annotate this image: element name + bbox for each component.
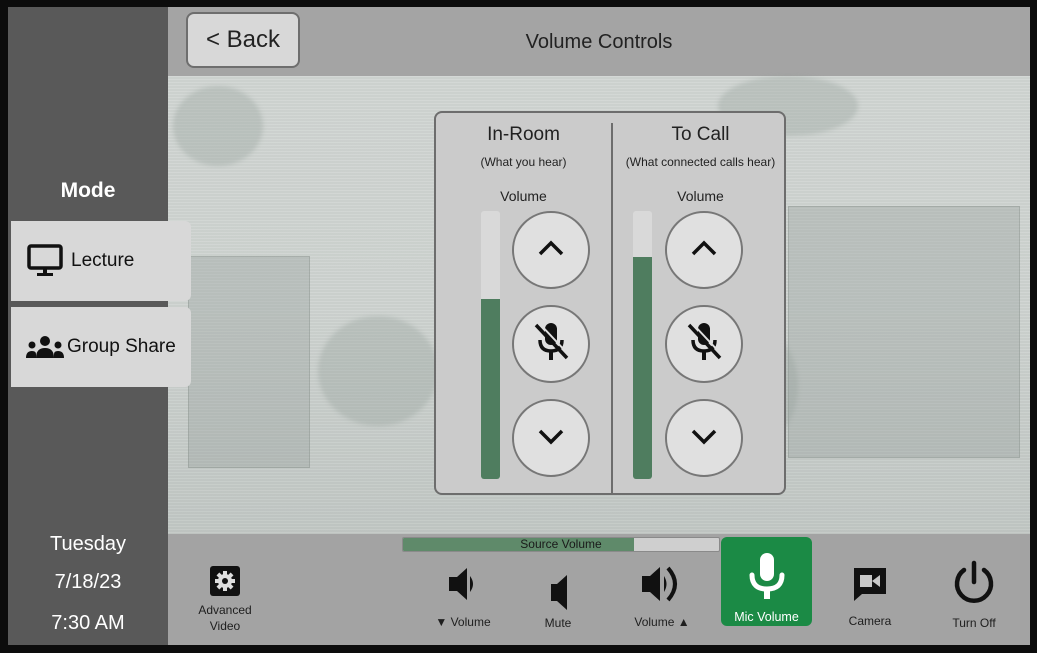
in-room-column: In-Room (What you hear) Volume: [436, 113, 611, 493]
to-call-volume-up-button[interactable]: [665, 211, 743, 289]
mode-group-share-label: Group Share: [67, 336, 176, 357]
microphone-icon: [747, 551, 787, 608]
sidebar: Mode Lecture Group Share Tuesday 7/18/23…: [8, 7, 191, 645]
mic-mute-icon: [531, 320, 571, 369]
speaker-low-icon: [443, 564, 483, 609]
gear-icon: [210, 566, 240, 601]
chevron-down-icon: [689, 426, 719, 451]
to-call-mute-button[interactable]: [665, 305, 743, 383]
chevron-up-icon: [689, 238, 719, 263]
turn-off-label: Turn Off: [952, 616, 996, 630]
day-label: Tuesday: [50, 533, 126, 555]
mute-button[interactable]: Mute: [530, 534, 586, 645]
to-call-column: To Call (What connected calls hear) Volu…: [613, 113, 788, 493]
mode-group-share-button[interactable]: Group Share: [11, 307, 191, 387]
power-icon: [951, 560, 997, 611]
mic-volume-button[interactable]: Mic Volume: [721, 537, 812, 626]
speaker-high-icon: [638, 562, 686, 611]
group-icon: [25, 335, 65, 359]
chevron-down-icon: [536, 426, 566, 451]
to-call-volume-down-button[interactable]: [665, 399, 743, 477]
chevron-up-icon: [536, 238, 566, 263]
camera-button[interactable]: Camera: [840, 534, 900, 645]
turn-off-button[interactable]: Turn Off: [944, 534, 1004, 645]
time-label: 7:30 AM: [51, 612, 125, 634]
mode-heading: Mode: [60, 179, 116, 202]
volume-panel: In-Room (What you hear) Volume To Call (…: [434, 111, 786, 495]
to-call-title: To Call: [671, 124, 730, 145]
to-call-volume-fill: [633, 256, 652, 479]
camera-icon: [852, 566, 888, 607]
mode-lecture-button[interactable]: Lecture: [11, 221, 191, 301]
bottom-bar: Source Volume Advanced Video ▼ Volume Mu…: [168, 534, 1030, 645]
date-label: 7/18/23: [54, 571, 122, 593]
in-room-volume-meter[interactable]: [481, 211, 500, 479]
advanced-video-button[interactable]: Advanced Video: [190, 534, 260, 645]
in-room-volume-down-button[interactable]: [512, 399, 590, 477]
back-button[interactable]: < Back: [186, 12, 300, 68]
advanced-video-label-2: Video: [209, 619, 241, 633]
monitor-icon: [27, 244, 63, 278]
in-room-subtitle: (What you hear): [480, 155, 567, 169]
mic-mute-icon: [684, 320, 724, 369]
to-call-volume-label: Volume: [677, 188, 724, 204]
in-room-volume-up-button[interactable]: [512, 211, 590, 289]
mute-label: Mute: [544, 616, 572, 630]
in-room-volume-label: Volume: [500, 188, 547, 204]
in-room-title: In-Room: [487, 124, 560, 145]
volume-up-button[interactable]: Volume ▲: [622, 534, 702, 645]
touch-panel-screen: < Back Volume Controls Mode Lecture Grou…: [8, 7, 1030, 645]
volume-down-label: ▼ Volume: [435, 615, 491, 629]
mic-volume-label: Mic Volume: [734, 610, 799, 624]
mode-lecture-label: Lecture: [71, 250, 135, 271]
to-call-volume-meter[interactable]: [633, 211, 652, 479]
camera-label: Camera: [848, 614, 892, 628]
in-room-volume-fill: [481, 299, 500, 479]
speaker-mute-icon: [543, 572, 573, 617]
volume-down-button[interactable]: ▼ Volume: [430, 534, 496, 645]
header-bar: < Back Volume Controls: [168, 7, 1030, 76]
in-room-mute-button[interactable]: [512, 305, 590, 383]
advanced-video-label-1: Advanced: [198, 603, 252, 617]
to-call-subtitle: (What connected calls hear): [625, 155, 776, 169]
volume-up-label: Volume ▲: [634, 615, 690, 629]
